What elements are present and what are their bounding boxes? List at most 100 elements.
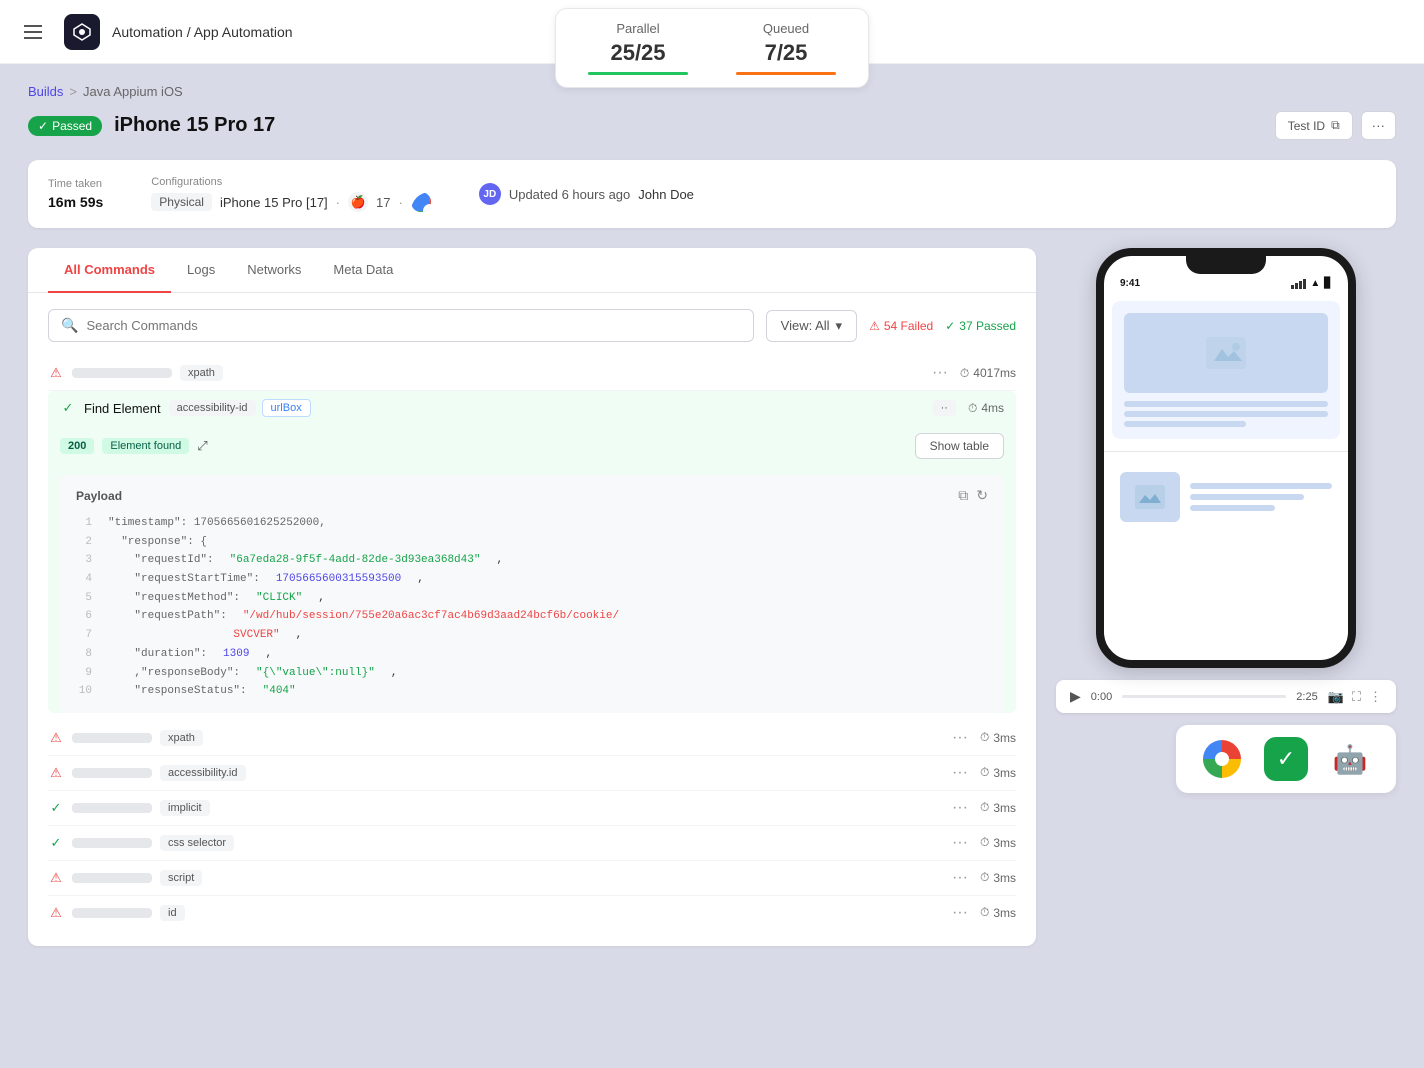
cmd-more-5[interactable]: ··· [952,834,968,852]
tab-logs[interactable]: Logs [171,248,231,293]
time-taken-field: Time taken 16m 59s [48,178,103,210]
clock-icon-6: ⏱ [980,835,989,850]
breadcrumb-current: Java Appium iOS [83,84,183,99]
cmd-name-bar-5 [72,838,152,848]
more-options-button[interactable]: ··· [1361,111,1396,140]
android-tray-icon[interactable]: 🤖 [1328,737,1372,781]
phone-frame: 9:41 ▲ ▊ [1096,248,1356,668]
tag-accessibility-id: accessibility-id [169,400,256,416]
find-element-row[interactable]: ✓ Find Element accessibility-id urlBox ·… [48,391,1016,425]
cmd-time-5: ⏱ 3ms [980,835,1016,850]
test-id-label: Test ID [1288,119,1325,133]
video-progress-bar[interactable] [1122,695,1286,698]
physical-badge: Physical [151,193,212,211]
cmd-tag-implicit: implicit [160,800,210,816]
cmd-tag-script: script [160,870,202,886]
breadcrumb-builds-link[interactable]: Builds [28,84,63,99]
page-title: iPhone 15 Pro 17 [114,114,275,137]
play-button[interactable]: ▶ [1070,688,1081,705]
tab-meta-data[interactable]: Meta Data [317,248,409,293]
cmd-time-2: ⏱ 3ms [980,730,1016,745]
cmd-more-4[interactable]: ··· [952,799,968,817]
cmd-name-bar-2 [72,733,152,743]
phone-time: 9:41 [1120,278,1140,289]
tab-all-commands[interactable]: All Commands [48,248,171,293]
refresh-payload-button[interactable]: ↻ [976,487,988,504]
camera-icon[interactable]: 📷 [1328,689,1344,705]
search-box[interactable]: 🔍 [48,309,754,342]
payload-actions: ⧉ ↻ [958,487,988,504]
passed-check-icon: ✓ [38,119,48,133]
phone-divider [1104,451,1348,452]
video-controls: 📷 ⛶ ⋮ [1328,689,1382,705]
cmd-name-bar-6 [72,873,152,883]
phone-line-3 [1124,421,1246,427]
icon-tray: ✓ 🤖 [1176,725,1396,793]
cmd-time: ⏱ 4017ms [960,366,1016,381]
tabs-bar: All Commands Logs Networks Meta Data [28,248,1036,293]
cmd-time-7: ⏱ 3ms [980,905,1016,920]
phone-line-1 [1124,401,1328,407]
clock-icon-5: ⏱ [980,800,989,815]
cmd-more-button[interactable]: ··· [932,364,948,382]
commands-panel: All Commands Logs Networks Meta Data 🔍 V… [28,248,1036,946]
search-icon: 🔍 [61,317,78,334]
search-input[interactable] [86,318,740,333]
tag-urlbox: urlBox [262,399,311,417]
show-table-button[interactable]: Show table [915,433,1004,459]
cmd-tag-xpath: xpath [180,365,223,381]
commands-body: 🔍 View: All ▾ ⚠ 54 Failed ✓ [28,293,1036,946]
cmd-more-3[interactable]: ··· [952,764,968,782]
expand-icon[interactable]: ⤢ [197,438,207,454]
phone-line-2 [1124,411,1328,417]
os-version: 17 [376,195,390,210]
top-bar: Automation / App Automation Parallel 25/… [0,0,1424,64]
failed-stat: ⚠ 54 Failed [869,319,933,333]
page-header: ✓ Passed iPhone 15 Pro 17 Test ID ⧉ ··· [28,111,1396,140]
phone-lines-1 [1124,401,1328,427]
logo-icon [64,14,100,50]
command-row-6: ⚠ script ··· ⏱ 3ms [48,861,1016,896]
user-avatar: JD [479,183,501,205]
success-icon: ✓ [60,400,76,416]
signal-icon [1291,279,1306,289]
wifi-icon: ▲ [1310,278,1320,289]
chrome-tray-icon[interactable] [1200,737,1244,781]
cmd-more-6[interactable]: ··· [952,869,968,887]
phone-card-1 [1112,301,1340,439]
stats-row: ⚠ 54 Failed ✓ 37 Passed [869,319,1016,333]
video-more-icon[interactable]: ⋮ [1369,689,1382,705]
test-id-button[interactable]: Test ID ⧉ [1275,111,1353,140]
view-all-button[interactable]: View: All ▾ [766,310,857,342]
phone-text-line-3 [1190,505,1275,511]
phone-content [1104,293,1348,538]
command-row-3: ⚠ accessibility.id ··· ⏱ 3ms [48,756,1016,791]
failed-count: 54 Failed [884,319,933,333]
phone-card-2 [1112,464,1340,530]
app-title: Automation / App Automation [112,24,293,40]
green-check-tray-icon[interactable]: ✓ [1264,737,1308,781]
copy-payload-button[interactable]: ⧉ [958,487,968,504]
configurations-field: Configurations Physical iPhone 15 Pro [1… [151,176,431,212]
cmd-more-7[interactable]: ··· [952,904,968,922]
phone-panel: 9:41 ▲ ▊ [1056,248,1396,946]
find-element-label: Find Element [84,401,161,416]
cmd-time-3: ⏱ 3ms [980,765,1016,780]
status-200-badge: 200 [60,438,94,454]
cmd-more-2[interactable]: ··· [952,729,968,747]
error-icon: ⚠ [48,365,64,381]
passed-count: 37 Passed [959,319,1016,333]
clock-icon-8: ⏱ [980,905,989,920]
hamburger-button[interactable] [20,16,52,48]
error-icon-3: ⚠ [48,765,64,781]
time-taken-label: Time taken [48,178,103,190]
phone-image-1 [1124,313,1328,393]
android-icon: 🤖 [1333,743,1368,776]
cmd-time-4: ⏱ 3ms [980,800,1016,815]
cmd-tag-xpath-2: xpath [160,730,203,746]
tab-networks[interactable]: Networks [231,248,317,293]
command-row: ⚠ xpath ··· ⏱ 4017ms [48,356,1016,391]
cmd-name-bar-7 [72,908,152,918]
fullscreen-icon[interactable]: ⛶ [1352,689,1361,705]
dot-separator-2: · [398,195,402,210]
